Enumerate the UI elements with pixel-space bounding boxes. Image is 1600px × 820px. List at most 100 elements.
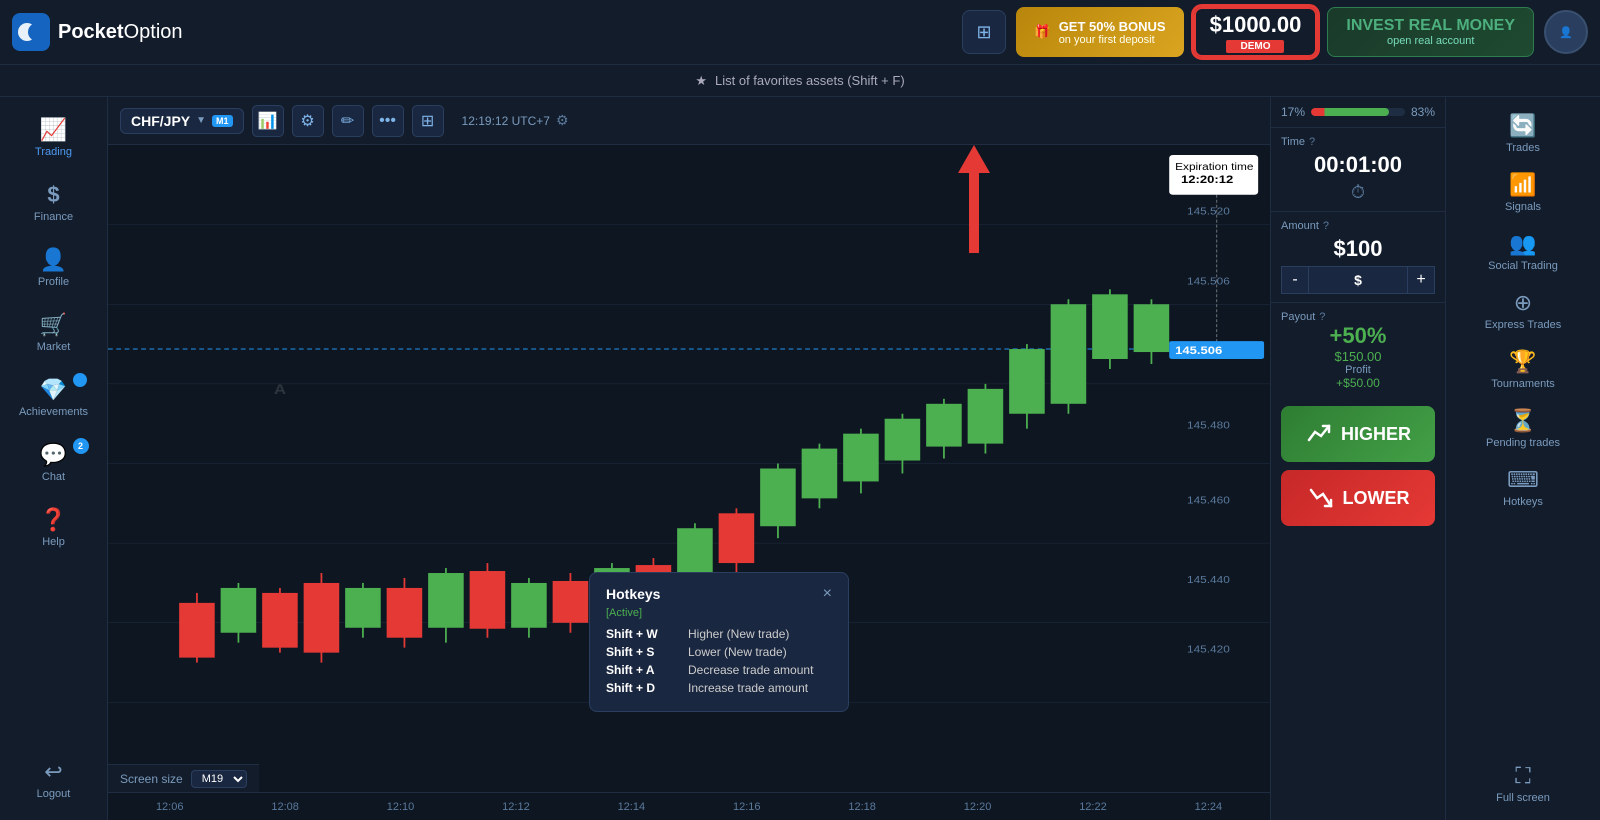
sidebar-item-help[interactable]: ❓ Help (9, 497, 99, 558)
amount-plus-button[interactable]: + (1407, 266, 1435, 294)
screen-size-select[interactable]: M19 M15 M10 (191, 770, 247, 788)
sidebar-item-logout[interactable]: ↩ Logout (9, 749, 99, 810)
chat-badge: 2 (73, 438, 89, 454)
chart-time-info: 12:19:12 UTC+7 ⚙ (452, 108, 579, 133)
progress-track (1311, 108, 1405, 116)
svg-text:12:20:12: 12:20:12 (1181, 173, 1233, 186)
hotkey-action-1: Higher (New trade) (688, 627, 789, 641)
bonus-button[interactable]: 🎁 GET 50% BONUS on your first deposit (1016, 7, 1184, 57)
sidebar-item-chat[interactable]: 💬 Chat 2 (9, 432, 99, 493)
sidebar-item-profile[interactable]: 👤 Profile (9, 237, 99, 298)
progress-left-label: 17% (1281, 105, 1305, 119)
hotkey-action-3: Decrease trade amount (688, 663, 813, 677)
clock-icon: ⏱ (1281, 182, 1435, 203)
sidebar-item-market[interactable]: 🛒 Market (9, 302, 99, 363)
hotkey-key-3: Shift + A (606, 663, 676, 677)
svg-text:145.460: 145.460 (1187, 495, 1230, 506)
right-label-social-trading: Social Trading (1488, 260, 1558, 272)
payout-value: +50% (1281, 323, 1435, 349)
time-label-1: 12:08 (227, 801, 342, 813)
trade-panel: 17% 83% Time ? 00:01:00 ⏱ Amount ? $100 … (1270, 97, 1445, 820)
hotkeys-title-text: Hotkeys (606, 586, 660, 602)
right-item-tournaments[interactable]: 🏆 Tournaments (1458, 341, 1588, 398)
time-label-9: 12:24 (1151, 801, 1266, 813)
hotkeys-title-row: Hotkeys × (606, 585, 832, 603)
svg-text:145.440: 145.440 (1187, 575, 1230, 586)
payout-section: Payout ? +50% $150.00 Profit +$50.00 (1271, 302, 1445, 398)
time-label-8: 12:22 (1035, 801, 1150, 813)
sidebar-item-achievements[interactable]: 💎 Achievements (9, 367, 99, 428)
hotkey-key-1: Shift + W (606, 627, 676, 641)
more-button[interactable]: ••• (372, 105, 404, 137)
amount-label-heading: Amount ? (1281, 220, 1435, 232)
sidebar-label-market: Market (37, 341, 71, 353)
right-item-express-trades[interactable]: ⊕ Express Trades (1458, 282, 1588, 339)
right-item-signals[interactable]: 📶 Signals (1458, 164, 1588, 221)
time-settings-icon[interactable]: ⚙ (556, 112, 569, 129)
right-label-pending-trades: Pending trades (1486, 437, 1560, 449)
right-item-trades[interactable]: 🔄 Trades (1458, 105, 1588, 162)
draw-button[interactable]: ✏ (332, 105, 364, 137)
amount-controls: - $ + (1281, 266, 1435, 294)
achievements-icon: 💎 (40, 377, 67, 403)
right-panel: 🔄 Trades 📶 Signals 👥 Social Trading ⊕ Ex… (1445, 97, 1600, 820)
avatar[interactable]: 👤 (1544, 10, 1588, 54)
bonus-main-text: GET 50% BONUS (1059, 19, 1166, 34)
screen-size-label: Screen size (120, 772, 183, 786)
favorites-bar[interactable]: ★ List of favorites assets (Shift + F) (0, 65, 1600, 97)
screen-button[interactable]: ⊞ (962, 10, 1006, 54)
hotkey-action-2: Lower (New trade) (688, 645, 787, 659)
sidebar-item-finance[interactable]: $ Finance (9, 172, 99, 233)
finance-icon: $ (47, 182, 59, 208)
progress-bar-row: 17% 83% (1271, 97, 1445, 127)
trading-icon: 📈 (40, 117, 67, 143)
logo-text: PocketOption (58, 21, 183, 44)
invest-sub-text: open real account (1387, 35, 1474, 47)
amount-currency-display: $ (1309, 266, 1407, 294)
market-icon: 🛒 (40, 312, 67, 338)
time-label-3: 12:12 (458, 801, 573, 813)
time-label-heading: Time ? (1281, 136, 1435, 148)
amount-minus-button[interactable]: - (1281, 266, 1309, 294)
hotkeys-close-button[interactable]: × (823, 585, 832, 603)
demo-label: DEMO (1226, 40, 1284, 53)
time-label-0: 12:06 (112, 801, 227, 813)
screen-size-bar: Screen size M19 M15 M10 (108, 764, 259, 792)
chart-type-button[interactable]: 📊 (252, 105, 284, 137)
logo[interactable]: PocketOption (12, 13, 183, 51)
arrow-head (958, 145, 990, 173)
pair-selector[interactable]: CHF/JPY ▼ M1 (120, 108, 244, 134)
invest-button[interactable]: INVEST REAL MONEY open real account (1327, 7, 1534, 57)
layout-button[interactable]: ⊞ (412, 105, 444, 137)
bonus-sub-text: on your first deposit (1059, 34, 1166, 46)
hotkey-row-3: Shift + A Decrease trade amount (606, 663, 832, 677)
time-display: 12:19:12 UTC+7 (462, 114, 550, 128)
arrow-shaft (969, 173, 979, 253)
sidebar-item-trading[interactable]: 📈 Trading (9, 107, 99, 168)
right-label-express-trades: Express Trades (1485, 319, 1561, 331)
right-item-full-screen[interactable]: ⛶ Full screen (1458, 755, 1588, 812)
right-item-pending-trades[interactable]: ⏳ Pending trades (1458, 400, 1588, 457)
payout-help-icon[interactable]: ? (1319, 311, 1325, 323)
higher-arrow-icon (1305, 420, 1333, 448)
time-help-icon[interactable]: ? (1309, 136, 1315, 148)
time-label-5: 12:16 (689, 801, 804, 813)
sidebar-label-achievements: Achievements (19, 406, 88, 418)
indicators-button[interactable]: ⚙ (292, 105, 324, 137)
right-item-hotkeys[interactable]: ⌨ Hotkeys (1458, 459, 1588, 516)
demo-balance-button[interactable]: $1000.00 DEMO (1194, 7, 1318, 57)
lower-button[interactable]: LOWER (1281, 470, 1435, 526)
progress-fill (1311, 108, 1389, 116)
amount-help-icon[interactable]: ? (1323, 220, 1329, 232)
right-item-social-trading[interactable]: 👥 Social Trading (1458, 223, 1588, 280)
star-icon: ★ (695, 73, 707, 89)
higher-button[interactable]: HIGHER (1281, 406, 1435, 462)
sidebar-label-trading: Trading (35, 146, 72, 158)
invest-main-text: INVEST REAL MONEY (1346, 17, 1515, 35)
time-label-4: 12:14 (574, 801, 689, 813)
time-label-2: 12:10 (343, 801, 458, 813)
arrow-annotation (958, 145, 990, 253)
m1-badge: M1 (212, 115, 233, 127)
express-trades-icon: ⊕ (1514, 290, 1532, 316)
right-label-trades: Trades (1506, 142, 1540, 154)
